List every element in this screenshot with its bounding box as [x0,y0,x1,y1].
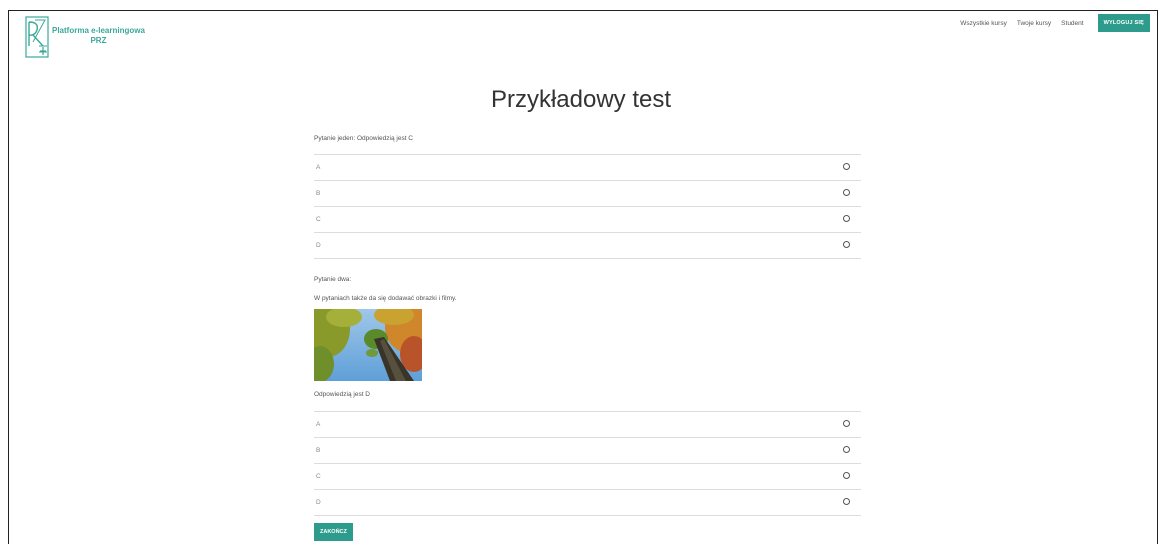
nav-all-courses[interactable]: Wszystkie kursy [960,20,1007,27]
option-label: D [316,242,321,249]
radio-button[interactable] [843,446,850,453]
radio-button[interactable] [843,163,850,170]
site-logo[interactable]: Platforma e-learningowa PRZ [25,16,145,58]
finish-button[interactable]: ZAKOŃCZ [314,523,353,541]
question-2-answer-text: Odpowiedzią jest D [314,391,370,398]
option-row[interactable]: C [314,464,861,490]
option-row[interactable]: B [314,438,861,464]
logo-subtitle: PRZ [90,35,107,45]
option-row[interactable]: C [314,207,861,233]
radio-button[interactable] [843,420,850,427]
radio-button[interactable] [843,472,850,479]
option-row[interactable]: D [314,233,861,259]
question-1-text: Pytanie jeden: Odpowiedzią jest C [314,135,414,142]
tree-photo [314,309,422,381]
page-title: Przykładowy test [490,86,672,113]
option-row[interactable]: A [314,155,861,181]
option-label: C [316,473,321,480]
nav-student[interactable]: Student [1061,20,1083,27]
question-2-title: Pytanie dwa: [314,276,352,283]
radio-button[interactable] [843,241,850,248]
radio-button[interactable] [843,189,850,196]
option-row[interactable]: D [314,490,861,516]
question-1-options: A B C D [314,154,861,259]
option-label: B [316,447,321,454]
option-row[interactable]: A [314,412,861,438]
radio-button[interactable] [843,215,850,222]
option-row[interactable]: B [314,181,861,207]
question-2-text: W pytaniach także da się dodawać obrazki… [314,295,457,302]
option-label: D [316,499,321,506]
option-label: C [316,216,321,223]
tree-photo-image [314,309,422,381]
radio-button[interactable] [843,498,850,505]
nav-my-courses[interactable]: Twoje kursy [1017,20,1051,27]
question-2-options: A B C D [314,411,861,516]
option-label: A [316,164,321,171]
option-label: B [316,190,321,197]
logout-button[interactable]: WYLOGUJ SIĘ [1097,14,1150,32]
prz-logo-icon [25,16,49,58]
top-navigation: Wszystkie kursy Twoje kursy Student WYLO… [950,14,1150,32]
option-label: A [316,421,321,428]
logo-title: Platforma e-learningowa [52,25,145,35]
